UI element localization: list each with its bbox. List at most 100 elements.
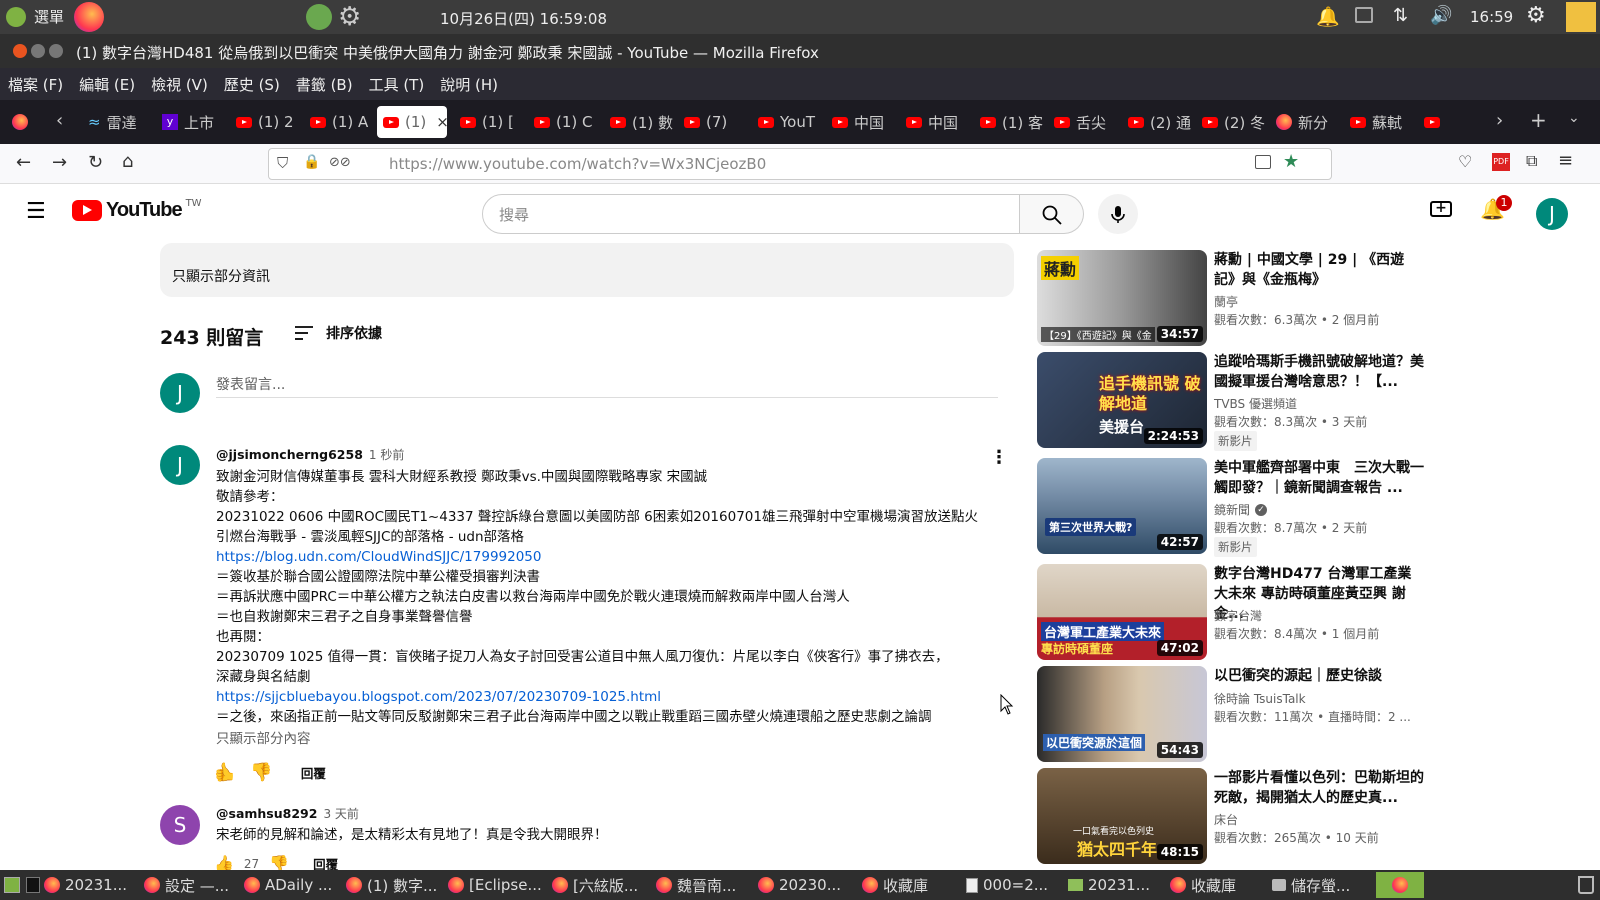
related-video-title[interactable]: 以巴衝突的源起｜歷史徐談 xyxy=(1214,666,1424,686)
related-video-channel[interactable]: 徐時論 TsuisTalk xyxy=(1214,690,1306,708)
pdf-extension-icon[interactable]: PDF xyxy=(1492,153,1510,171)
system-menu-button[interactable]: 選單 xyxy=(6,6,64,27)
trash-icon[interactable] xyxy=(1578,876,1594,894)
related-video-channel[interactable]: 數字台灣 xyxy=(1214,607,1262,625)
taskbar-item[interactable]: 20231... xyxy=(44,872,140,898)
tab-item[interactable]: (1) 客 xyxy=(974,106,1046,138)
menu-history[interactable]: 歷史 (S) xyxy=(224,74,280,95)
like-thumb-icon[interactable]: 👍 xyxy=(214,762,236,783)
comment-author[interactable]: @samhsu8292 xyxy=(216,806,317,821)
picture-in-picture-icon[interactable] xyxy=(1255,155,1271,169)
menu-help[interactable]: 說明 (H) xyxy=(440,74,498,95)
related-video-channel[interactable]: 蘭亭 xyxy=(1214,293,1238,311)
tab-item[interactable]: y 上市 xyxy=(156,106,228,138)
comment-link[interactable]: https://blog.udn.com/CloudWindSJJC/17999… xyxy=(216,547,1006,567)
search-input[interactable]: 搜尋 xyxy=(482,194,1020,234)
datetime-display[interactable]: 10月26日(四) 16:59:08 xyxy=(440,8,607,29)
menu-edit[interactable]: 編輯 (E) xyxy=(79,74,135,95)
panel-clock[interactable]: 16:59 xyxy=(1470,8,1513,26)
tab-item[interactable]: (2) 通 xyxy=(1122,106,1194,138)
notification-bell-icon[interactable]: 🔔 xyxy=(1316,5,1340,28)
sort-by-button[interactable]: 排序依據 xyxy=(294,323,382,343)
network-icon[interactable]: ⇅ xyxy=(1393,5,1408,26)
comment-time[interactable]: 1 秒前 xyxy=(369,446,404,463)
tab-item[interactable]: (1) [ xyxy=(454,106,526,138)
related-video-title[interactable]: 美中軍艦齊部署中東 三次大戰一觸即發？｜鏡新聞調查報告 ... xyxy=(1214,458,1424,498)
taskbar-item[interactable]: (1) 數字... xyxy=(346,872,442,898)
taskbar-item[interactable]: [Eclipse... xyxy=(448,872,544,898)
youtube-logo[interactable]: YouTube TW xyxy=(72,198,202,222)
tab-item[interactable]: 蘇軾 xyxy=(1344,106,1416,138)
tab-item[interactable]: ≈ 雷達 xyxy=(82,106,154,138)
comment-action-menu-icon[interactable]: ⋮ xyxy=(990,449,1008,467)
home-icon[interactable]: ⌂ xyxy=(122,151,133,172)
comment-time[interactable]: 3 天前 xyxy=(323,805,358,822)
menu-view[interactable]: 檢視 (V) xyxy=(151,74,208,95)
comment-link[interactable]: https://sjjcbluebayou.blogspot.com/2023/… xyxy=(216,687,1006,707)
url-text[interactable]: https://www.youtube.com/watch?v=Wx3NCjeo… xyxy=(389,155,766,173)
app-launcher-icon[interactable] xyxy=(306,4,332,30)
reload-icon[interactable]: ↻ xyxy=(88,152,103,173)
menu-tools[interactable]: 工具 (T) xyxy=(369,74,425,95)
taskbar-item[interactable]: ADaily ... xyxy=(244,872,340,898)
related-video-title[interactable]: 追蹤哈瑪斯手機訊號破解地道？美國擬軍援台灣啥意思？！【... xyxy=(1214,352,1424,392)
permissions-icon[interactable]: ⊘⊘ xyxy=(329,155,351,170)
related-video-thumbnail[interactable]: 第三次世界大戰? 42:57 xyxy=(1037,458,1207,554)
related-video-channel[interactable]: 床台 xyxy=(1214,811,1238,829)
tab-item[interactable]: 中国 xyxy=(900,106,972,138)
related-video-thumbnail[interactable]: 一口氣看完以色列史 猶太四千年 48:15 xyxy=(1037,768,1207,864)
taskbar-item[interactable]: 000=2... xyxy=(966,872,1062,898)
tab-item[interactable]: 新分 xyxy=(1270,106,1342,138)
menu-file[interactable]: 檔案 (F) xyxy=(8,74,63,95)
keyboard-icon[interactable] xyxy=(1355,7,1373,23)
tab-item[interactable]: 中国 xyxy=(826,106,898,138)
taskbar-item[interactable]: 收藏庫 xyxy=(862,872,958,898)
power-gear-icon[interactable]: ⚙ xyxy=(1526,3,1546,28)
tab-close-icon[interactable]: × xyxy=(436,113,447,131)
tab-item[interactable] xyxy=(1418,106,1448,138)
tab-scroll-left-icon[interactable]: ‹ xyxy=(56,110,63,131)
show-less-description-link[interactable]: 只顯示部分資訊 xyxy=(172,266,270,286)
add-comment-input[interactable]: 發表留言... xyxy=(216,374,998,398)
taskbar-item[interactable]: 魏晉南... xyxy=(656,872,752,898)
account-avatar[interactable]: J xyxy=(1536,198,1568,230)
shield-icon[interactable]: ⛉ xyxy=(277,154,288,172)
show-less-comment-link[interactable]: 只顯示部分內容 xyxy=(216,729,1006,749)
taskbar-item[interactable]: [六絃版... xyxy=(552,872,648,898)
tab-item[interactable]: (2) 冬 xyxy=(1196,106,1268,138)
search-button[interactable] xyxy=(1020,194,1084,234)
comment-author[interactable]: @jjsimoncherng6258 xyxy=(216,447,363,462)
tab-item[interactable]: (1) 數 xyxy=(604,106,676,138)
system-tray-icon[interactable] xyxy=(1566,2,1596,32)
tab-item[interactable]: (1) A xyxy=(304,106,376,138)
voice-search-button[interactable] xyxy=(1098,194,1138,234)
show-desktop-icon[interactable] xyxy=(4,877,20,893)
tab-item[interactable]: (1) C xyxy=(528,106,600,138)
related-video-thumbnail[interactable]: 蔣勳 【29】《西遊記》與《金 34:57 xyxy=(1037,250,1207,346)
guide-menu-icon[interactable]: ☰ xyxy=(26,199,46,224)
volume-icon[interactable]: 🔊 xyxy=(1430,5,1452,26)
comment-avatar[interactable]: S xyxy=(160,805,200,845)
description-box[interactable]: 只顯示部分資訊 xyxy=(160,243,1014,297)
maximize-window-icon[interactable] xyxy=(49,44,63,58)
comment-avatar[interactable]: J xyxy=(160,445,200,485)
related-video-thumbnail[interactable]: 以巴衝突源於這個 54:43 xyxy=(1037,666,1207,762)
taskbar-active-item[interactable] xyxy=(1376,872,1424,898)
minimize-window-icon[interactable] xyxy=(31,44,45,58)
related-video-title[interactable]: 蔣勳 | 中國文學 | 29 | 《西遊記》與《金瓶梅》 xyxy=(1214,250,1424,290)
tab-item[interactable]: YouT xyxy=(752,106,824,138)
hamburger-menu-icon[interactable]: ≡ xyxy=(1558,150,1573,171)
tab-item[interactable]: (1) 2 xyxy=(230,106,302,138)
taskbar-item[interactable]: 20230... xyxy=(758,872,854,898)
tab-list-chevron-icon[interactable]: ⌄ xyxy=(1568,110,1580,126)
related-video-thumbnail[interactable]: 追手機訊號 破解地道 美援台 2:24:53 xyxy=(1037,352,1207,448)
tab-scroll-right-icon[interactable]: › xyxy=(1496,110,1503,131)
taskbar-item[interactable]: 設定 —... xyxy=(144,872,240,898)
firefox-view-icon[interactable] xyxy=(12,114,28,130)
terminal-icon[interactable] xyxy=(26,877,40,893)
related-video-thumbnail[interactable]: 台灣軍工產業大未來 專訪時碩董座 47:02 xyxy=(1037,564,1207,660)
taskbar-item[interactable]: 20231... xyxy=(1068,872,1164,898)
extensions-icon[interactable]: ⧉ xyxy=(1526,151,1537,171)
taskbar-item[interactable]: 收藏庫 xyxy=(1170,872,1266,898)
pocket-icon[interactable]: ♡ xyxy=(1458,152,1472,171)
